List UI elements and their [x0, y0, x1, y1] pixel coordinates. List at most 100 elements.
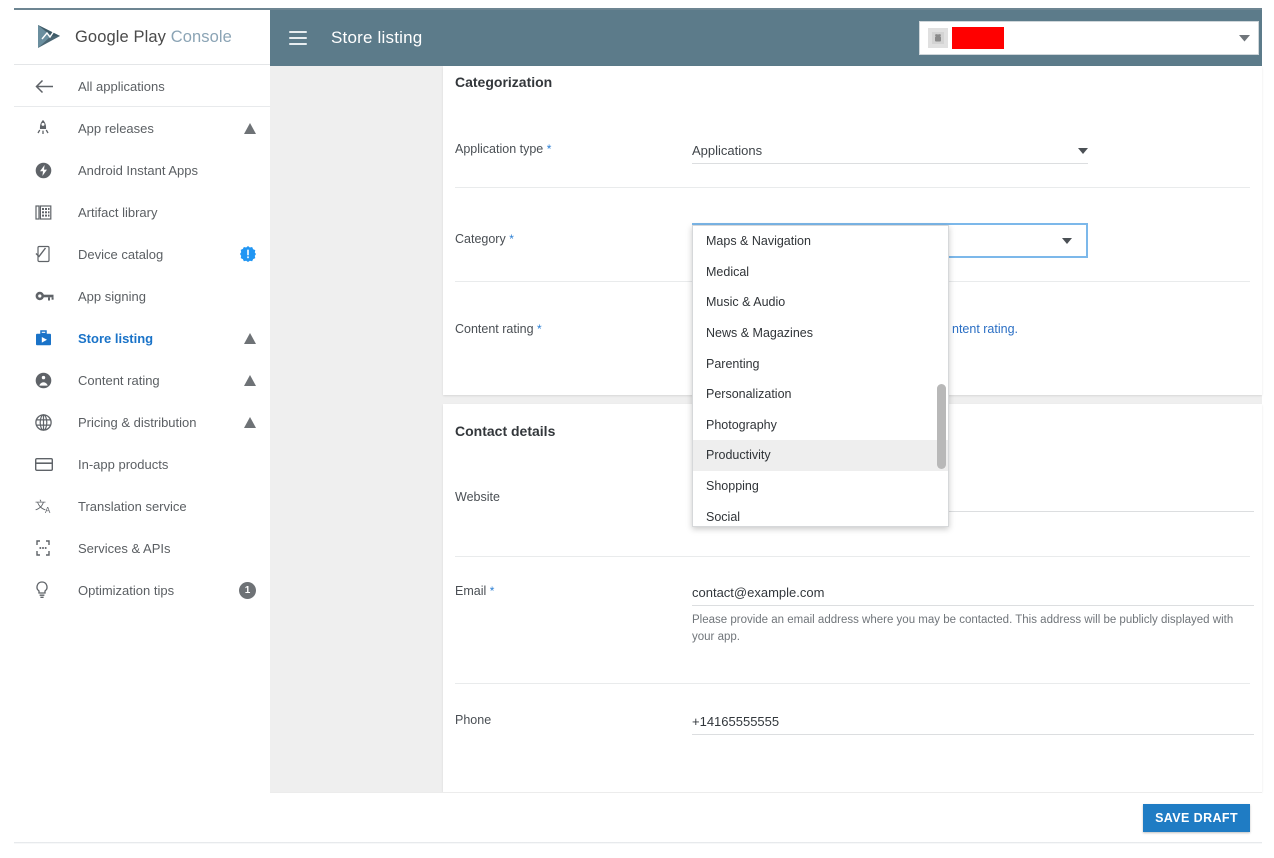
sidebar-item-device-catalog[interactable]: Device catalog — [14, 233, 270, 275]
alert-badge-icon — [240, 246, 256, 262]
device-check-icon — [35, 245, 57, 263]
dropdown-option[interactable]: Medical — [693, 257, 948, 288]
sidebar-item-label: Content rating — [78, 372, 160, 388]
braces-icon — [35, 540, 57, 556]
application-type-value: Applications — [692, 143, 763, 158]
sidebar-item-label: Pricing & distribution — [78, 414, 197, 430]
google-play-logo-icon — [35, 24, 63, 50]
sidebar-item-pricing-distribution[interactable]: Pricing & distribution — [14, 401, 270, 443]
sidebar-item-all-applications[interactable]: All applications — [14, 66, 270, 107]
translate-icon: 文 A — [35, 498, 57, 515]
sidebar-item-in-app-products[interactable]: In-app products — [14, 443, 270, 485]
brand-title-secondary: Console — [170, 27, 232, 46]
notification-count-badge: 1 — [239, 581, 256, 599]
email-label-text: Email — [455, 584, 487, 598]
card-icon — [35, 457, 57, 471]
sidebar-item-label: All applications — [78, 78, 165, 94]
chevron-down-icon — [1239, 29, 1250, 47]
category-label-text: Category — [455, 232, 506, 246]
key-icon — [35, 290, 57, 302]
sidebar-item-label: Store listing — [78, 330, 154, 346]
dropdown-option[interactable]: News & Magazines — [693, 318, 948, 349]
phone-label: Phone — [455, 713, 492, 727]
email-label: Email * — [455, 584, 494, 598]
sidebar-item-app-releases[interactable]: App releases — [14, 107, 270, 149]
save-draft-button[interactable]: SAVE DRAFT — [1143, 804, 1250, 832]
sidebar-item-label: App releases — [78, 120, 154, 136]
rocket-icon — [35, 119, 57, 137]
category-dropdown-list[interactable]: Maps & Navigation Medical Music & Audio … — [692, 225, 949, 527]
android-app-icon — [928, 28, 948, 48]
app-selector-dropdown[interactable] — [919, 21, 1259, 55]
warning-triangle-icon — [244, 122, 256, 134]
dropdown-scrollbar-track[interactable] — [937, 227, 946, 526]
warning-triangle-icon — [244, 332, 256, 344]
required-asterisk: * — [509, 232, 514, 246]
phone-input[interactable]: +14165555555 — [692, 705, 1254, 735]
sidebar-item-label: In-app products — [78, 456, 169, 472]
application-type-label-text: Application type — [455, 142, 544, 156]
sidebar-item-label: Optimization tips — [78, 582, 175, 598]
google-play-console-window: Google Play Console Store listing All ap… — [0, 0, 1274, 858]
action-bar: SAVE DRAFT — [270, 792, 1262, 842]
redacted-app-name — [952, 27, 1004, 49]
window-frame-left — [0, 0, 14, 858]
dropdown-option[interactable]: Social — [693, 501, 948, 526]
sidebar-item-translation-service[interactable]: 文 A Translation service — [14, 485, 270, 527]
rating-face-icon — [35, 372, 57, 389]
bulb-icon — [35, 581, 57, 599]
sidebar-item-label: Device catalog — [78, 246, 164, 262]
application-type-label: Application type * — [455, 142, 551, 156]
window-frame-bottom — [0, 842, 1274, 858]
window-frame-right — [1262, 0, 1274, 858]
content-rating-label-text: Content rating — [455, 322, 534, 336]
email-input[interactable]: contact@example.com — [692, 576, 1254, 606]
sidebar-item-label: Services & APIs — [78, 540, 171, 556]
badge-count-label: 1 — [239, 581, 256, 599]
dropdown-option[interactable]: Parenting — [693, 348, 948, 379]
dropdown-option[interactable]: Shopping — [693, 471, 948, 502]
sidebar-item-store-listing[interactable]: Store listing — [14, 317, 270, 359]
sidebar-item-android-instant-apps[interactable]: Android Instant Apps — [14, 149, 270, 191]
required-asterisk: * — [537, 322, 542, 336]
store-bag-icon — [35, 329, 57, 347]
category-label: Category * — [455, 232, 514, 246]
svg-text:A: A — [45, 506, 51, 515]
hamburger-menu-icon[interactable] — [289, 31, 307, 45]
brand-header[interactable]: Google Play Console — [14, 10, 270, 65]
application-type-select[interactable]: Applications — [692, 134, 1088, 164]
sidebar-item-optimization-tips[interactable]: Optimization tips 1 — [14, 569, 270, 611]
required-asterisk: * — [489, 584, 495, 598]
dropdown-option-highlighted[interactable]: Productivity — [693, 440, 948, 471]
library-icon — [35, 204, 57, 221]
sidebar-item-content-rating[interactable]: Content rating — [14, 359, 270, 401]
warning-triangle-icon — [244, 374, 256, 386]
brand-title: Google Play Console — [75, 28, 232, 47]
dropdown-option[interactable]: Photography — [693, 410, 948, 441]
chevron-down-icon — [1078, 148, 1088, 154]
content-rating-label: Content rating * — [455, 322, 542, 336]
sidebar-item-label: Artifact library — [78, 204, 158, 220]
bolt-circle-icon — [35, 162, 57, 179]
chevron-down-icon — [1062, 238, 1072, 244]
field-divider — [455, 556, 1250, 557]
field-divider — [455, 683, 1250, 684]
dropdown-scrollbar-thumb[interactable] — [937, 384, 946, 469]
sidebar-item-label: Translation service — [78, 498, 187, 514]
page-title: Store listing — [331, 28, 423, 47]
dropdown-option[interactable]: Music & Audio — [693, 287, 948, 318]
sidebar-item-app-signing[interactable]: App signing — [14, 275, 270, 317]
email-helper-text: Please provide an email address where yo… — [692, 614, 1234, 643]
dropdown-option[interactable]: Personalization — [693, 379, 948, 410]
sidebar-navigation: All applications App releases Android In… — [14, 66, 270, 842]
sidebar-item-label: App signing — [78, 288, 146, 304]
sidebar-item-label: Android Instant Apps — [78, 162, 198, 178]
content-rating-link[interactable]: ntent rating. — [952, 322, 1018, 336]
sidebar-item-services-apis[interactable]: Services & APIs — [14, 527, 270, 569]
required-asterisk: * — [546, 142, 552, 156]
dropdown-option[interactable]: Maps & Navigation — [693, 226, 948, 257]
sidebar-item-artifact-library[interactable]: Artifact library — [14, 191, 270, 233]
contact-details-title: Contact details — [455, 423, 556, 439]
brand-title-primary: Google Play — [75, 27, 166, 46]
categorization-title: Categorization — [455, 74, 553, 90]
